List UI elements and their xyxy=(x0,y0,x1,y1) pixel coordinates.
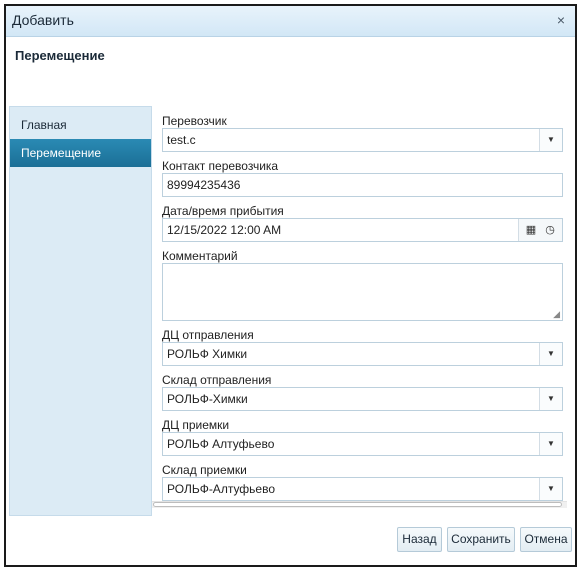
close-icon[interactable]: × xyxy=(553,12,569,28)
chevron-down-icon[interactable]: ▼ xyxy=(539,433,562,455)
chevron-down-icon[interactable]: ▼ xyxy=(539,343,562,365)
sidebar-item-transfer[interactable]: Перемещение xyxy=(10,139,151,167)
warehouse-from-value: РОЛЬФ-Химки xyxy=(167,392,248,406)
carrier-select[interactable]: test.c ▼ xyxy=(162,128,563,152)
comment-label: Комментарий xyxy=(162,249,238,263)
horizontal-scrollbar[interactable] xyxy=(152,501,567,508)
section-heading: Перемещение xyxy=(15,48,105,63)
sidebar-item-label: Главная xyxy=(21,118,67,132)
scrollbar-thumb[interactable] xyxy=(153,502,562,507)
back-button[interactable]: Назад xyxy=(397,527,442,552)
arrival-value: 12/15/2022 12:00 AM xyxy=(167,223,282,237)
carrier-contact-label: Контакт перевозчика xyxy=(162,159,279,173)
carrier-contact-field[interactable]: 89994235436 xyxy=(162,173,563,197)
clock-icon[interactable]: ◷ xyxy=(541,222,559,238)
warehouse-from-label: Склад отправления xyxy=(162,373,272,387)
calendar-icon[interactable]: ▦ xyxy=(522,222,540,238)
chevron-down-icon[interactable]: ▼ xyxy=(539,478,562,500)
carrier-value: test.c xyxy=(167,133,196,147)
dc-from-select[interactable]: РОЛЬФ Химки ▼ xyxy=(162,342,563,366)
dialog-titlebar[interactable]: Добавить × xyxy=(6,6,575,37)
carrier-label: Перевозчик xyxy=(162,114,227,128)
dc-to-value: РОЛЬФ Алтуфьево xyxy=(167,437,275,451)
carrier-contact-value: 89994235436 xyxy=(167,178,241,192)
sidebar-item-main[interactable]: Главная xyxy=(10,111,151,139)
cancel-button[interactable]: Отмена xyxy=(520,527,572,552)
datetime-picker-buttons: ▦ ◷ xyxy=(518,219,562,241)
warehouse-to-value: РОЛЬФ-Алтуфьево xyxy=(167,482,276,496)
chevron-down-icon[interactable]: ▼ xyxy=(539,129,562,151)
save-button[interactable]: Сохранить xyxy=(447,527,515,552)
warehouse-from-select[interactable]: РОЛЬФ-Химки ▼ xyxy=(162,387,563,411)
warehouse-to-select[interactable]: РОЛЬФ-Алтуфьево ▼ xyxy=(162,477,563,501)
resize-grip-icon[interactable]: ◢ xyxy=(553,310,560,319)
sidebar-item-label: Перемещение xyxy=(21,146,101,160)
arrival-datetime-field[interactable]: 12/15/2022 12:00 AM ▦ ◷ xyxy=(162,218,563,242)
comment-textarea[interactable]: ◢ xyxy=(162,263,563,321)
arrival-label: Дата/время прибытия xyxy=(162,204,284,218)
dc-to-select[interactable]: РОЛЬФ Алтуфьево ▼ xyxy=(162,432,563,456)
sidebar: Главная Перемещение xyxy=(9,106,152,516)
dc-from-label: ДЦ отправления xyxy=(162,328,254,342)
dc-from-value: РОЛЬФ Химки xyxy=(167,347,248,361)
dc-to-label: ДЦ приемки xyxy=(162,418,230,432)
warehouse-to-label: Склад приемки xyxy=(162,463,247,477)
dialog-title: Добавить xyxy=(12,12,74,28)
chevron-down-icon[interactable]: ▼ xyxy=(539,388,562,410)
